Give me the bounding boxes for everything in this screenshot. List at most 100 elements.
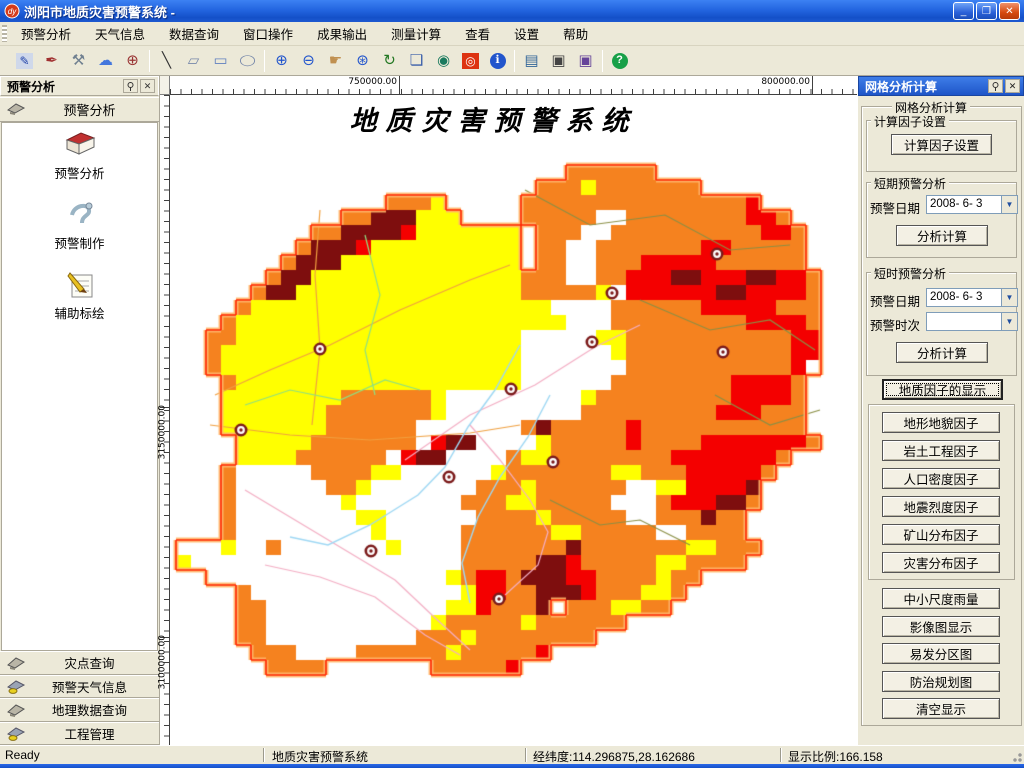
close-button[interactable]: ✕ — [999, 2, 1020, 20]
left-close-icon[interactable]: ✕ — [140, 79, 155, 93]
locate-button[interactable]: ⊕ — [120, 49, 145, 73]
menu-item-8[interactable]: 设置 — [502, 22, 551, 45]
left-pin-icon[interactable] — [123, 79, 138, 93]
menu-item-2[interactable]: 天气信息 — [83, 22, 157, 45]
factor-settings-button[interactable]: 计算因子设置 — [891, 134, 992, 155]
left-panel: 预警分析 ✕ 预警分析 预警分析 预警制作 辅助标绘 灾点查询 预警天气信息 地理数据查… — [0, 76, 160, 745]
cloud-button[interactable]: ☁ — [93, 49, 118, 73]
globe-button[interactable]: ◉ — [431, 49, 456, 73]
line-tool-button[interactable]: ╲ — [154, 49, 179, 73]
left-section-1[interactable]: 灾点查询 — [0, 651, 159, 675]
left-item-2[interactable]: 预警制作 — [2, 197, 157, 252]
factor-button-4[interactable]: 地震烈度因子 — [882, 496, 1000, 517]
zoom-out-button[interactable]: ⊖ — [296, 49, 321, 73]
weather-info-icon — [6, 678, 26, 695]
info-button[interactable]: ℹ — [485, 49, 510, 73]
print-setup-button[interactable]: ▣ — [573, 49, 598, 73]
action-button-5[interactable]: 清空显示 — [882, 698, 1000, 719]
pan-button[interactable]: ☛ — [323, 49, 348, 73]
toolbar: ✎ ✒ ⚒ ☁ ⊕ ╲ ▱ ▭ ◯ ⊕ ⊖ ☛ ⊛ ↻ ❏ ◉ ◎ ℹ ▤ ▣ ▣? — [0, 46, 1024, 76]
short-time-date-value: 2008- 6- 3 — [930, 291, 983, 303]
action-button-3[interactable]: 易发分区图 — [882, 643, 1000, 664]
factor-button-5[interactable]: 矿山分布因子 — [882, 524, 1000, 545]
pan-icon: ☛ — [328, 52, 343, 69]
image-map-button[interactable]: ▤ — [519, 49, 544, 73]
layers-button[interactable]: ❏ — [404, 49, 429, 73]
factor-button-1[interactable]: 地形地貌因子 — [882, 412, 1000, 433]
edit-map-icon: ✎ — [16, 52, 33, 69]
toolbar-separator — [602, 49, 603, 72]
status-bar: Ready 地质灾害预警系统 经纬度:114.296875,28.162686 … — [0, 745, 1024, 764]
status-ready: Ready — [5, 748, 40, 762]
menu-item-4[interactable]: 窗口操作 — [231, 22, 305, 45]
zoom-out-icon: ⊖ — [302, 52, 315, 69]
print-icon: ▣ — [551, 52, 566, 69]
menu-item-3[interactable]: 数据查询 — [157, 22, 231, 45]
left-item-label: 辅助标绘 — [54, 307, 105, 321]
short-time-analyze-button[interactable]: 分析计算 — [896, 342, 988, 363]
print-button[interactable]: ▣ — [546, 49, 571, 73]
menu-item-7[interactable]: 查看 — [453, 22, 502, 45]
polygon-tool-button[interactable]: ▱ — [181, 49, 206, 73]
action-button-4[interactable]: 防治规划图 — [882, 670, 1000, 692]
zoom-in-button[interactable]: ⊕ — [269, 49, 294, 73]
help-button[interactable]: ? — [607, 49, 632, 73]
menu-bar: 预警分析 天气信息 数据查询 窗口操作 成果输出 测量计算 查看 设置 帮助 — [0, 22, 1024, 46]
restore-button[interactable]: ❐ — [976, 2, 997, 20]
ruler-corner — [160, 76, 170, 95]
menu-item-1[interactable]: 预警分析 — [9, 22, 83, 45]
geo-factor-display-button[interactable]: 地质因子的显示 — [882, 379, 1003, 400]
rect-tool-button[interactable]: ▭ — [208, 49, 233, 73]
left-section-label: 地理数据查询 — [51, 704, 127, 719]
factor-button-2[interactable]: 岩土工程因子 — [882, 440, 1000, 461]
left-item-label: 预警制作 — [54, 237, 105, 251]
status-scale: 显示比例:166.158 — [788, 750, 883, 764]
factor-button-3[interactable]: 人口密度因子 — [882, 468, 1000, 489]
short-time-date-combo[interactable]: 2008- 6- 3 ▼ — [926, 288, 1018, 307]
factor-settings-legend: 计算因子设置 — [871, 113, 950, 130]
ellipse-tool-button[interactable]: ◯ — [235, 49, 260, 73]
refresh-button[interactable]: ↻ — [377, 49, 402, 73]
paint-button[interactable]: ✒ — [39, 49, 64, 73]
image-map-icon: ▤ — [524, 52, 539, 69]
menu-item-6[interactable]: 测量计算 — [379, 22, 453, 45]
map-workspace: 750000.00 800000.00 3150000.00 3100000.00 … — [157, 76, 857, 745]
ruler-major-tick — [399, 76, 400, 94]
short-term-date-label: 预警日期 — [870, 202, 921, 216]
minimize-button[interactable]: _ — [953, 2, 974, 20]
menu-item-9[interactable]: 帮助 — [551, 22, 600, 45]
short-term-date-combo[interactable]: 2008- 6- 3 ▼ — [926, 195, 1018, 214]
zoom-extent-button[interactable]: ⊛ — [350, 49, 375, 73]
rect-tool-icon: ▭ — [213, 52, 228, 69]
short-term-analyze-button[interactable]: 分析计算 — [896, 225, 988, 246]
zoom-extent-icon: ⊛ — [356, 52, 369, 69]
left-item-3[interactable]: 辅助标绘 — [2, 267, 157, 322]
chevron-down-icon[interactable]: ▼ — [1001, 289, 1017, 306]
left-section-4[interactable]: 工程管理 — [0, 721, 159, 745]
stop-icon: ◎ — [462, 52, 479, 69]
edit-map-button[interactable]: ✎ — [12, 49, 37, 73]
left-item-1[interactable]: 预警分析 — [2, 127, 157, 182]
left-section-3[interactable]: 地理数据查询 — [0, 698, 159, 722]
right-panel: 网格分析计算 ✕ 网格分析计算 计算因子设置 计算因子设置 短期预警分析 预警日… — [857, 76, 1024, 745]
menu-item-5[interactable]: 成果输出 — [305, 22, 379, 45]
stamp-icon — [6, 100, 26, 119]
left-section-2[interactable]: 预警天气信息 — [0, 674, 159, 698]
right-close-icon[interactable]: ✕ — [1005, 79, 1020, 93]
action-button-1[interactable]: 中小尺度雨量 — [882, 588, 1000, 609]
resize-grip[interactable] — [1010, 750, 1022, 762]
geo-query-icon — [6, 702, 26, 718]
short-time-times-combo[interactable]: ▼ — [926, 312, 1018, 331]
stop-button[interactable]: ◎ — [458, 49, 483, 73]
pick-tool-button[interactable]: ⚒ — [66, 49, 91, 73]
menu-grip[interactable] — [2, 25, 7, 42]
left-panel-header[interactable]: 预警分析 — [0, 97, 159, 122]
action-button-2[interactable]: 影像图显示 — [882, 615, 1000, 637]
factor-button-6[interactable]: 灾害分布因子 — [882, 552, 1000, 573]
map-canvas[interactable] — [170, 95, 857, 745]
chevron-down-icon[interactable]: ▼ — [1001, 196, 1017, 213]
right-pin-icon[interactable] — [988, 79, 1003, 93]
chevron-down-icon[interactable]: ▼ — [1001, 313, 1017, 330]
polygon-tool-icon: ▱ — [187, 52, 200, 69]
right-panel-caption: 网格分析计算 ✕ — [858, 76, 1024, 96]
